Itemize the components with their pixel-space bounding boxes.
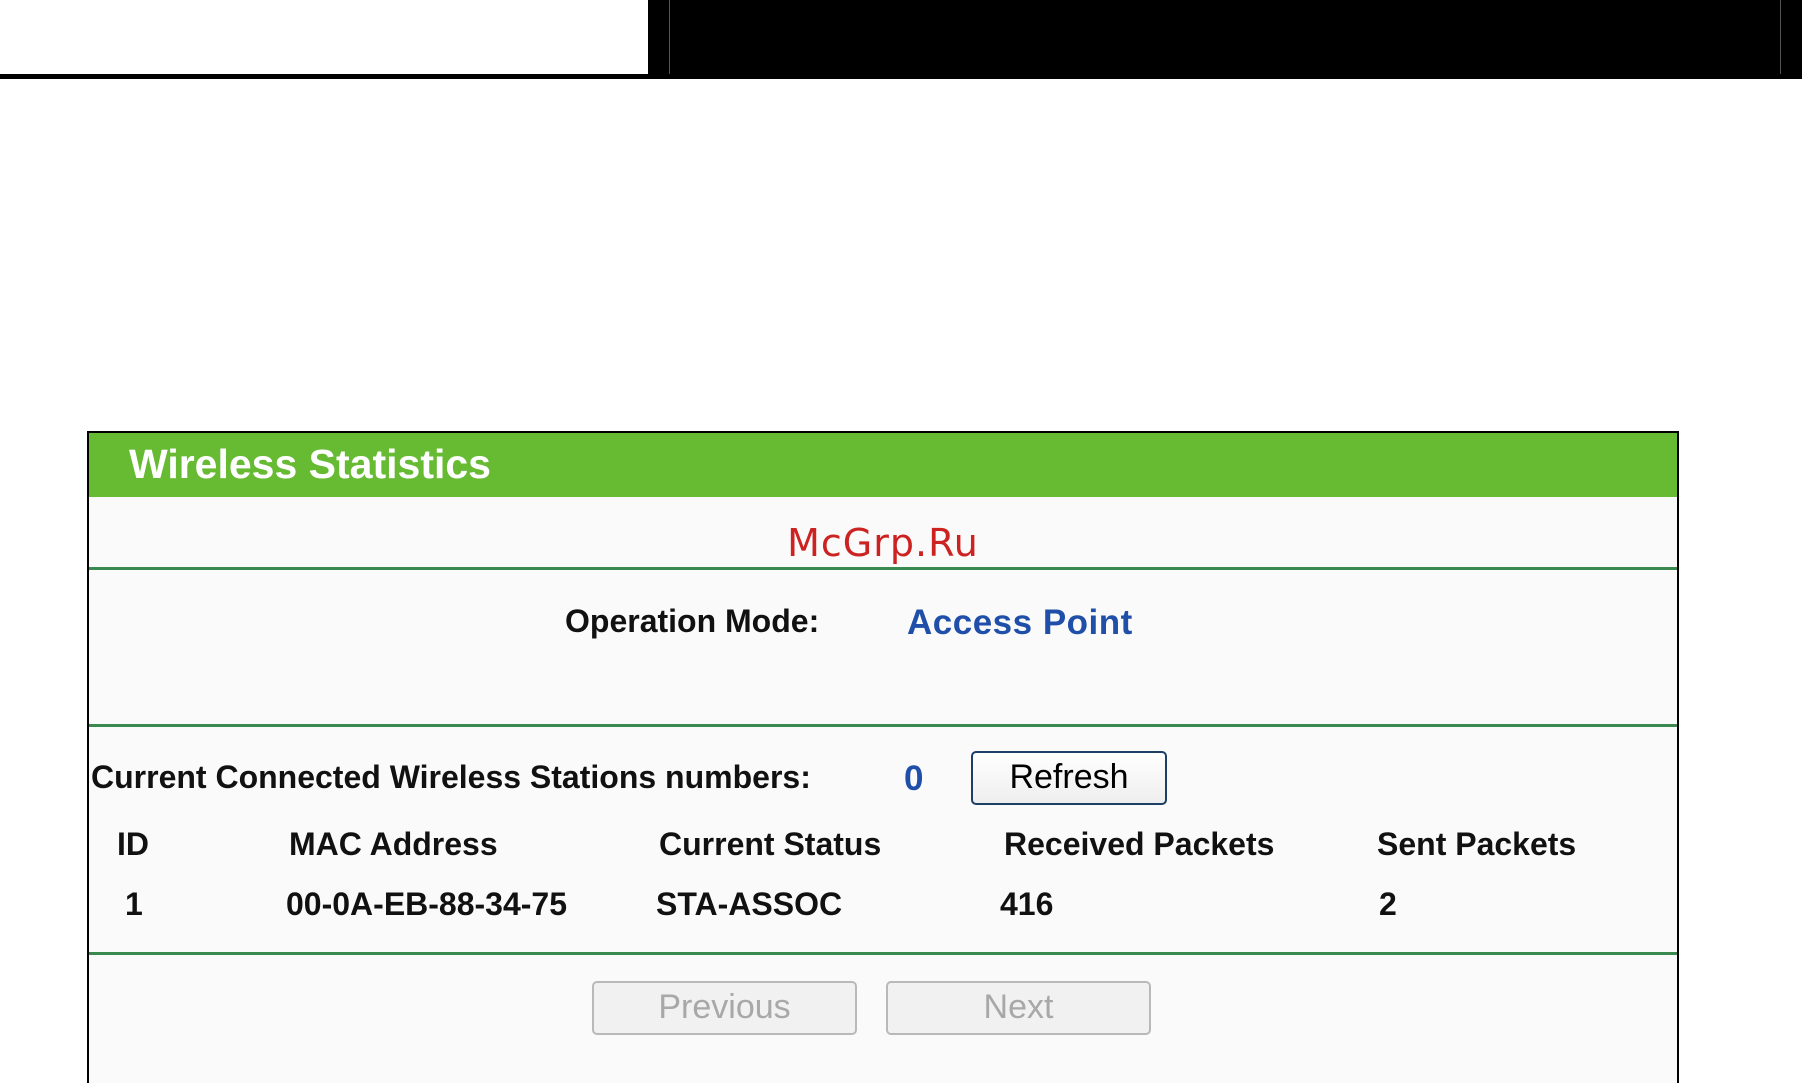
- page-title: Wireless Statistics: [129, 441, 491, 487]
- separator-1: [89, 567, 1677, 570]
- watermark-text: McGrp.Ru: [787, 521, 979, 565]
- separator-2: [89, 724, 1677, 727]
- stations-count-label: Current Connected Wireless Stations numb…: [91, 759, 811, 795]
- column-header-current-status: Current Status: [659, 826, 882, 862]
- cell-received-packets: 416: [1000, 886, 1054, 922]
- column-header-mac-address: MAC Address: [289, 826, 498, 862]
- next-button[interactable]: Next: [886, 981, 1151, 1035]
- separator-3: [89, 952, 1677, 955]
- bar-notch-left: [648, 0, 670, 74]
- cell-sent-packets: 2: [1379, 886, 1397, 922]
- wireless-statistics-panel: Wireless Statistics McGrp.Ru Operation M…: [87, 431, 1679, 1083]
- bar-notch-right: [1780, 0, 1802, 74]
- cell-id: 1: [125, 886, 143, 922]
- operation-mode-label: Operation Mode:: [565, 603, 820, 639]
- cell-current-status: STA-ASSOC: [656, 886, 843, 922]
- previous-button[interactable]: Previous: [592, 981, 857, 1035]
- panel-header: Wireless Statistics: [89, 433, 1677, 497]
- stations-count-value: 0: [904, 759, 924, 798]
- top-black-bar: [648, 0, 1802, 74]
- column-header-id: ID: [117, 826, 149, 862]
- operation-mode-value: Access Point: [907, 603, 1133, 642]
- refresh-button[interactable]: Refresh: [971, 751, 1167, 805]
- cell-mac-address: 00-0A-EB-88-34-75: [286, 886, 568, 922]
- top-divider: [0, 74, 1802, 79]
- column-header-received-packets: Received Packets: [1004, 826, 1275, 862]
- column-header-sent-packets: Sent Packets: [1377, 826, 1577, 862]
